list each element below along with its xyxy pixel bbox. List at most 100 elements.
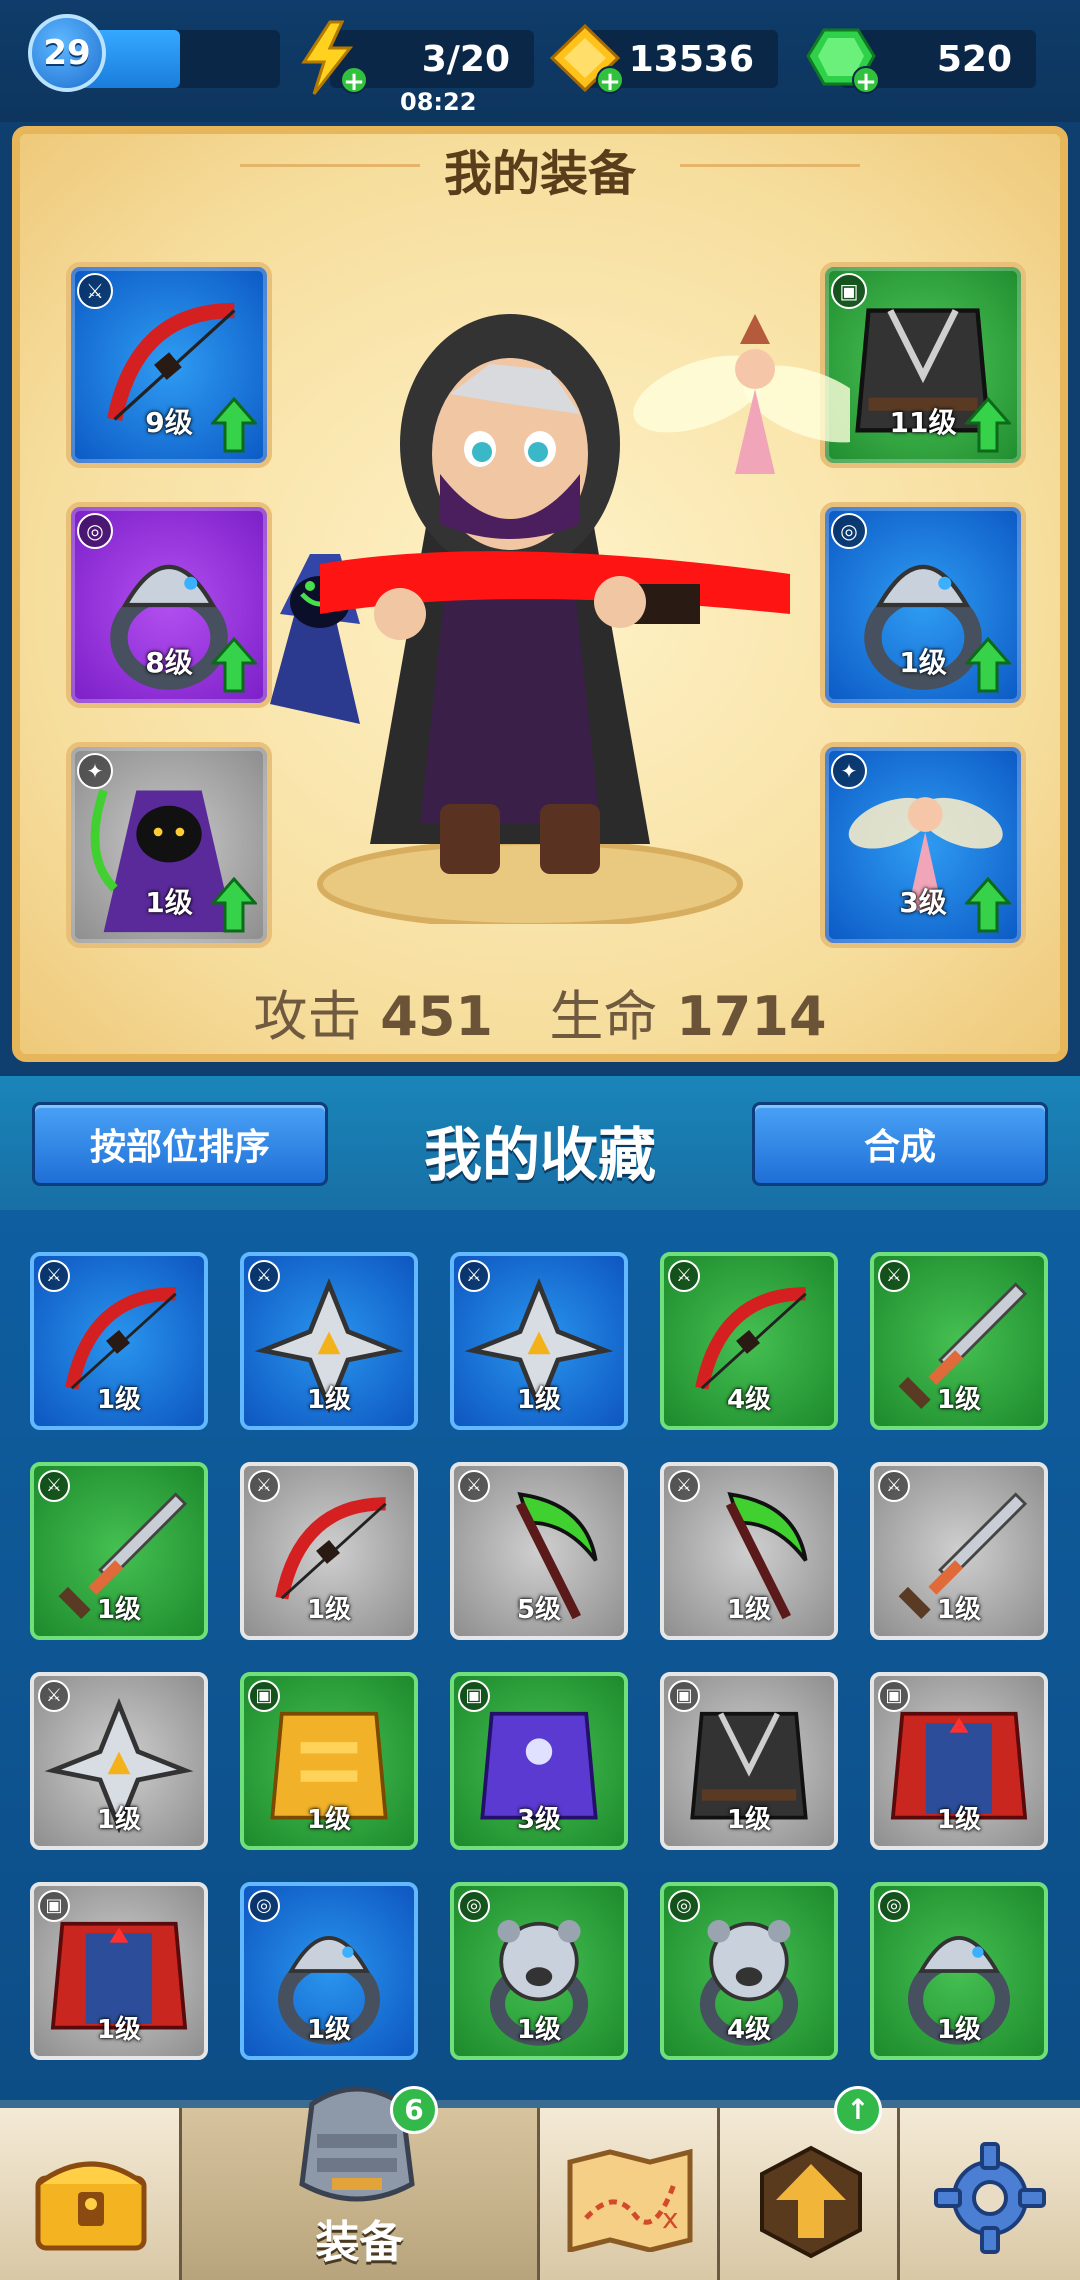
collection-item[interactable]: ⚔ 1级 <box>450 1252 628 1430</box>
nav-chest[interactable] <box>0 2108 182 2280</box>
map-icon: x <box>567 2148 693 2252</box>
weapon-type-icon: ⚔ <box>248 1470 280 1502</box>
collection-item[interactable]: ⚔ 1级 <box>240 1462 418 1640</box>
armor-type-icon: ▣ <box>668 1680 700 1712</box>
upgrade-available-icon <box>965 397 1011 453</box>
weapon-type-icon: ⚔ <box>248 1260 280 1292</box>
item-level-label: 1级 <box>726 1595 772 1625</box>
green-gem-icon[interactable]: + <box>804 18 880 98</box>
nav-equipment-label: 装备 <box>315 2217 404 2268</box>
equipment-badge: 6 <box>390 2086 438 2134</box>
item-level-label: 1级 <box>306 1595 352 1625</box>
item-level-label: 1级 <box>96 1595 142 1625</box>
weapon-type-icon: ⚔ <box>38 1260 70 1292</box>
weapon-type-icon: ⚔ <box>38 1680 70 1712</box>
equipment-slot-left-2[interactable]: ◎ 8级 <box>66 502 272 708</box>
armor-type-icon: ▣ <box>878 1680 910 1712</box>
hp-label: 生命 <box>549 985 658 1048</box>
upgrade-available-icon <box>965 637 1011 693</box>
armor-type-icon: ▣ <box>38 1890 70 1922</box>
collection-header: 按部位排序 我的收藏 合成 <box>0 1076 1080 1210</box>
attack-label: 攻击 <box>253 985 362 1048</box>
gear-icon <box>934 2142 1046 2254</box>
ring-type-icon: ◎ <box>248 1890 280 1922</box>
equipment-slot-left-1[interactable]: ⚔ 9级 <box>66 262 272 468</box>
weapon-type-icon: ⚔ <box>878 1260 910 1292</box>
collection-item[interactable]: ▣ 1级 <box>660 1672 838 1850</box>
treasure-chest-icon <box>35 2161 147 2251</box>
item-level-label: 1级 <box>306 2015 352 2045</box>
equipment-slot-left-3[interactable]: ✦ 1级 <box>66 742 272 948</box>
sort-by-slot-button[interactable]: 按部位排序 <box>32 1102 328 1186</box>
collection-item[interactable]: ▣ 1级 <box>870 1672 1048 1850</box>
svg-text:x: x <box>662 2202 679 2235</box>
hero-stats: 攻击 451 生命 1714 <box>20 972 1060 1051</box>
lightning-icon[interactable]: + <box>292 18 368 98</box>
collection-item[interactable]: ⚔ 1级 <box>30 1252 208 1430</box>
gem-plus-icon[interactable]: + <box>852 66 880 96</box>
armor-type-icon: ▣ <box>458 1680 490 1712</box>
nav-map[interactable]: x <box>540 2108 720 2280</box>
item-level-label: 1级 <box>96 2015 142 2045</box>
item-level-label: 5级 <box>516 1595 562 1625</box>
collection-item[interactable]: ▣ 1级 <box>30 1882 208 2060</box>
upgrade-alert-icon: ↑ <box>834 2086 882 2134</box>
ring-type-icon: ◎ <box>878 1890 910 1922</box>
collection-item[interactable]: ⚔ 1级 <box>30 1462 208 1640</box>
weapon-type-icon: ⚔ <box>38 1470 70 1502</box>
equipment-slot-right-1[interactable]: ▣ 11级 <box>820 262 1026 468</box>
ring-type-icon: ◎ <box>77 513 113 549</box>
item-level-label: 1级 <box>936 1595 982 1625</box>
collection-grid: ⚔ 1级 ⚔ 1级 ⚔ 1级 ⚔ 4级 ⚔ 1级 ⚔ 1级 ⚔ 1级 ⚔ 5级 ⚔ 1级 ⚔ 1级 ⚔ 1级 ▣ 1级 ▣ 3级 ▣… <box>0 1210 1080 2100</box>
xp-bar <box>80 30 280 88</box>
weapon-type-icon: ⚔ <box>878 1470 910 1502</box>
energy-timer: 08:22 <box>400 88 477 116</box>
merge-button[interactable]: 合成 <box>752 1102 1048 1186</box>
collection-item[interactable]: ⚔ 1级 <box>30 1672 208 1850</box>
armor-type-icon: ▣ <box>248 1680 280 1712</box>
hero-character[interactable] <box>250 284 850 924</box>
item-level-label: 3级 <box>516 1805 562 1835</box>
collection-item[interactable]: ◎ 1级 <box>240 1882 418 2060</box>
collection-item[interactable]: ⚔ 1级 <box>870 1252 1048 1430</box>
gold-plus-icon[interactable]: + <box>596 66 624 96</box>
equipment-slot-right-3[interactable]: ✦ 3级 <box>820 742 1026 948</box>
weapon-type-icon: ⚔ <box>77 273 113 309</box>
pet-type-icon: ✦ <box>77 753 113 789</box>
weapon-type-icon: ⚔ <box>668 1470 700 1502</box>
nav-upgrade[interactable]: ↑ <box>720 2086 900 2280</box>
fairy-pet-figure <box>633 314 850 474</box>
energy-plus-icon[interactable]: + <box>340 66 368 96</box>
item-level-label: 1级 <box>936 2015 982 2045</box>
ring-type-icon: ◎ <box>668 1890 700 1922</box>
equipment-title: 我的装备 <box>443 146 636 202</box>
gem-value: 520 <box>936 38 1012 80</box>
collection-item[interactable]: ⚔ 1级 <box>660 1462 838 1640</box>
collection-item[interactable]: ▣ 3级 <box>450 1672 628 1850</box>
item-level-label: 4级 <box>726 1385 772 1415</box>
item-level-label: 1级 <box>306 1805 352 1835</box>
hp-value: 1714 <box>676 985 827 1048</box>
item-level-label: 1级 <box>96 1385 142 1415</box>
attack-value: 451 <box>380 985 494 1048</box>
nav-settings[interactable] <box>900 2108 1080 2280</box>
item-level-label: 1级 <box>936 1805 982 1835</box>
item-level-label: 1级 <box>96 1805 142 1835</box>
collection-item[interactable]: ⚔ 1级 <box>240 1252 418 1430</box>
gold-diamond-icon[interactable]: + <box>548 18 624 98</box>
player-level-badge[interactable]: 29 <box>28 14 106 92</box>
collection-item[interactable]: ◎ 4级 <box>660 1882 838 2060</box>
collection-item[interactable]: ◎ 1级 <box>870 1882 1048 2060</box>
nav-equipment[interactable]: 6 装备 <box>182 2086 540 2280</box>
collection-item[interactable]: ▣ 1级 <box>240 1672 418 1850</box>
collection-item[interactable]: ⚔ 1级 <box>870 1462 1048 1640</box>
equipment-panel: 我的装备 ⚔ 9级 ◎ 8级 ✦ 1级 ▣ 11级 ◎ 1级 ✦ 3级 攻击 4… <box>12 126 1068 1062</box>
item-level-label: 1级 <box>516 1385 562 1415</box>
weapon-type-icon: ⚔ <box>458 1260 490 1292</box>
collection-item[interactable]: ◎ 1级 <box>450 1882 628 2060</box>
collection-item[interactable]: ⚔ 4级 <box>660 1252 838 1430</box>
collection-item[interactable]: ⚔ 5级 <box>450 1462 628 1640</box>
equipment-slot-right-2[interactable]: ◎ 1级 <box>820 502 1026 708</box>
energy-value: 3/20 <box>421 38 510 80</box>
upgrade-arrow-icon <box>760 2145 862 2259</box>
